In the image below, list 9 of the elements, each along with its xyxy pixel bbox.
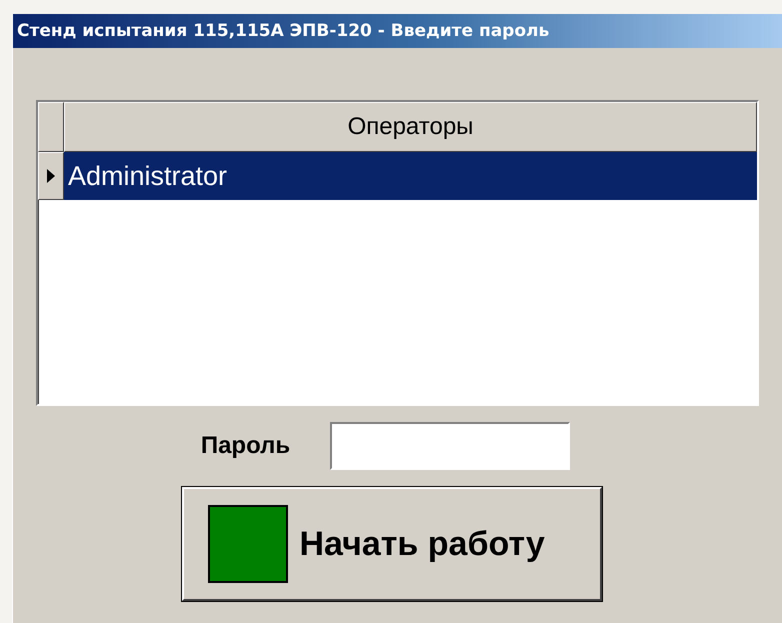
password-label: Пароль	[200, 432, 290, 460]
window-title: Стенд испытания 115,115А ЭПВ-120 - Введите пароль	[13, 14, 782, 48]
status-lamp-icon	[208, 505, 288, 583]
column-header[interactable]: Операторы	[64, 102, 757, 152]
current-row-icon	[46, 168, 56, 184]
row-indicator[interactable]	[38, 152, 64, 200]
operator-row[interactable]: Administrator	[64, 152, 757, 200]
password-field[interactable]	[330, 422, 570, 470]
start-button[interactable]: Начать работу	[182, 487, 602, 601]
